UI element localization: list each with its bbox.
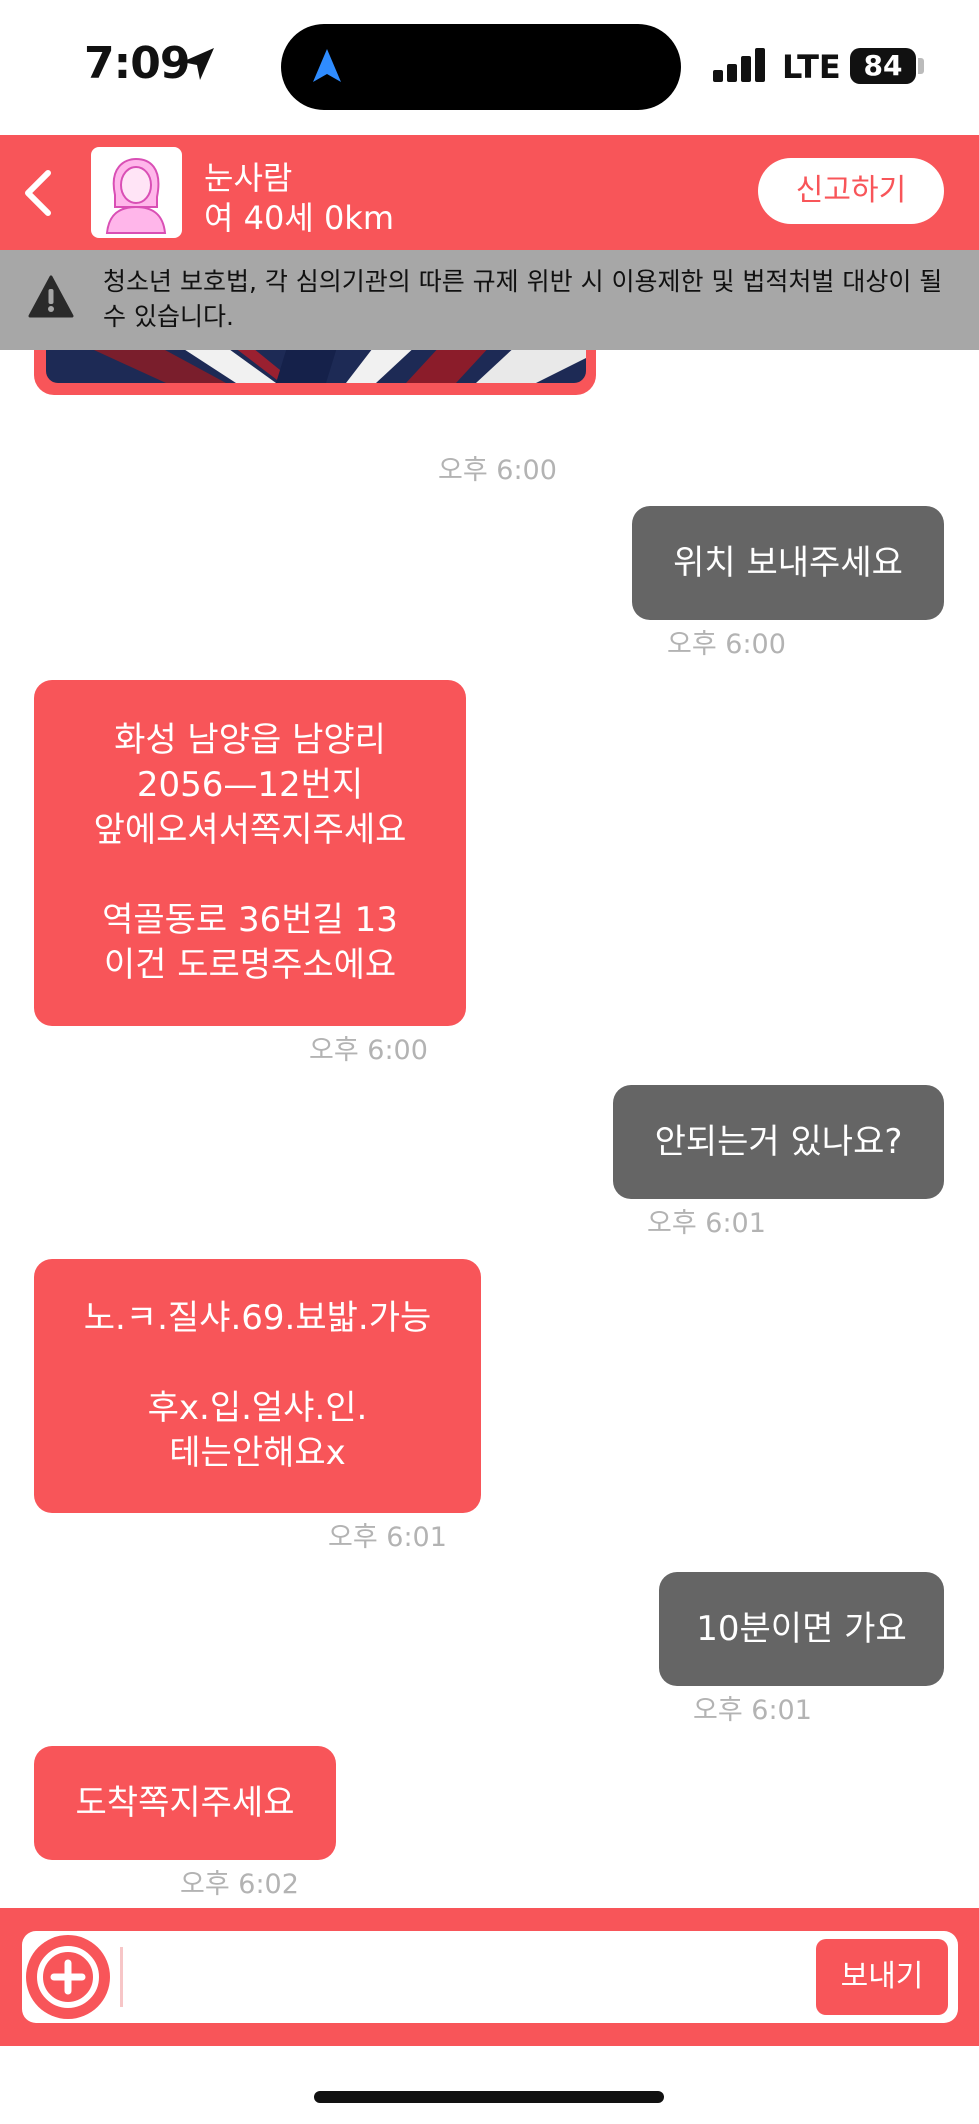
message-bubble-incoming[interactable]: 노.ㅋ.질샤.69.뵤밟.가능 후x.입.얼샤.인. 테는안해요x	[34, 1259, 481, 1513]
shared-photo[interactable]	[46, 350, 586, 383]
message-text: 도착쪽지주세요	[75, 1782, 295, 1823]
message-bubble-outgoing[interactable]: 10분이면 가요	[659, 1572, 944, 1686]
message-time: 오후 6:01	[328, 1522, 447, 1553]
status-bar: 7:09 LTE 84	[0, 0, 979, 135]
chat-header: 눈사람 여 40세 0km 신고하기	[0, 135, 979, 250]
message-bubble-outgoing[interactable]: 위치 보내주세요	[632, 506, 944, 620]
message-text: 10분이면 가요	[696, 1608, 907, 1649]
female-user-icon	[105, 157, 167, 234]
signal-icon	[713, 48, 765, 82]
message-time: 오후 6:00	[438, 455, 557, 486]
message-list[interactable]: 오후 6:00 위치 보내주세요 오후 6:00 화성 남양읍 남양리 2056…	[0, 350, 979, 1908]
partner-info: 여 40세 0km	[204, 199, 395, 237]
composer-bar: 보내기	[0, 1908, 979, 2046]
message-text: 이건 도로명주소에요	[103, 945, 397, 985]
message-text: 화성 남양읍 남양리	[114, 720, 386, 760]
composer-box: 보내기	[22, 1931, 958, 2023]
message-text: 앞에오셔서쪽지주세요	[93, 810, 407, 850]
battery-tip	[918, 58, 924, 74]
attach-button[interactable]	[26, 1935, 110, 2019]
message-time: 오후 6:01	[693, 1695, 812, 1726]
navigation-icon	[313, 49, 341, 82]
photo-image	[46, 350, 586, 383]
message-time: 오후 6:02	[180, 1869, 299, 1900]
message-bubble-outgoing[interactable]: 안되는거 있나요?	[613, 1085, 944, 1199]
battery-icon: 84	[850, 48, 916, 84]
message-text: 위치 보내주세요	[673, 542, 903, 583]
send-button[interactable]: 보내기	[816, 1939, 948, 2015]
back-arrow-icon[interactable]	[18, 167, 58, 219]
report-button[interactable]: 신고하기	[758, 158, 944, 224]
home-indicator[interactable]	[314, 2091, 664, 2103]
message-text: 노.ㅋ.질샤.69.뵤밟.가능	[83, 1298, 432, 1338]
message-bubble-incoming[interactable]: 화성 남양읍 남양리 2056—12번지 앞에오셔서쪽지주세요 역골동로 36번…	[34, 680, 466, 1026]
text-cursor	[120, 1947, 123, 2007]
message-time: 오후 6:01	[647, 1208, 766, 1239]
message-bubble-incoming[interactable]: 도착쪽지주세요	[34, 1746, 336, 1860]
message-text: 후x.입.얼샤.인.	[147, 1388, 368, 1428]
message-time: 오후 6:00	[309, 1035, 428, 1066]
network-label: LTE	[782, 48, 841, 86]
plus-icon	[37, 1946, 99, 2008]
message-time: 오후 6:00	[667, 629, 786, 660]
message-text: 2056—12번지	[136, 765, 364, 805]
location-arrow-icon	[182, 48, 214, 80]
warning-text: 청소년 보호법, 각 심의기관의 따른 규제 위반 시 이용제한 및 법적처벌 …	[103, 267, 943, 331]
warning-banner: 청소년 보호법, 각 심의기관의 따른 규제 위반 시 이용제한 및 법적처벌 …	[0, 250, 979, 350]
dynamic-island	[281, 24, 681, 110]
avatar[interactable]	[91, 147, 182, 238]
message-text: 역골동로 36번길 13	[102, 900, 398, 940]
warning-icon	[28, 275, 74, 318]
message-input[interactable]	[132, 1941, 822, 2013]
message-text: 테는안해요x	[169, 1433, 346, 1473]
status-time: 7:09	[84, 38, 190, 89]
message-text: 안되는거 있나요?	[654, 1121, 903, 1162]
image-message[interactable]	[34, 350, 596, 395]
